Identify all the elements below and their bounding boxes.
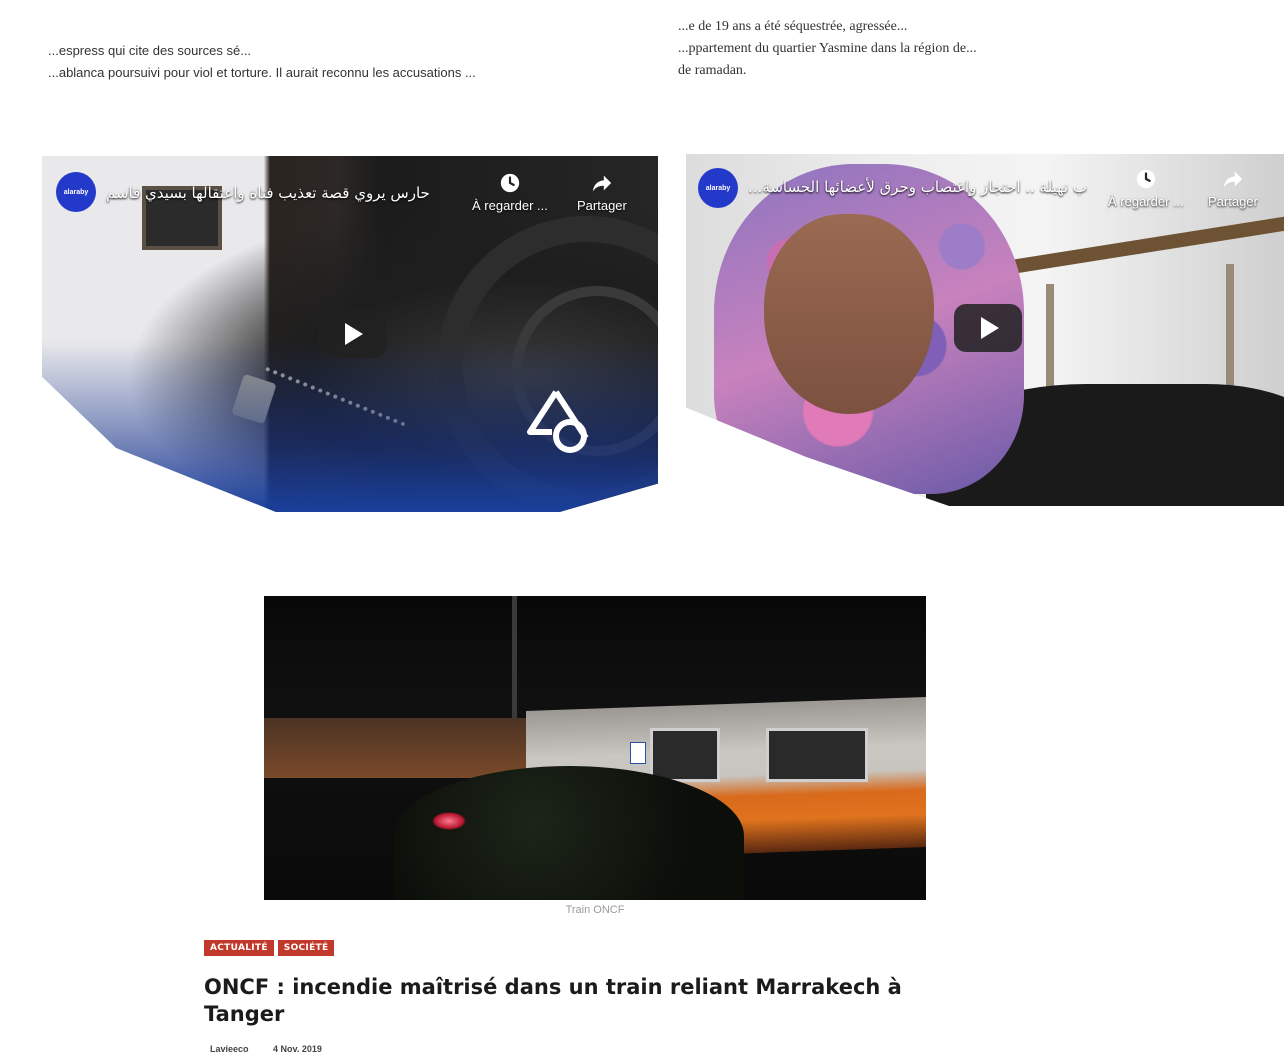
- channel-logo[interactable]: alaraby: [56, 172, 96, 212]
- photo-caption: Train ONCF: [565, 904, 625, 916]
- video-embed-left[interactable]: alaraby حارس يروي قصة تعذيب فتاة واعتقال…: [42, 156, 658, 512]
- photo-scene-locomotive: [264, 718, 526, 778]
- watch-later-label: À regarder ...: [1108, 194, 1184, 209]
- photo-scene-window: [650, 728, 720, 782]
- category-badge-actualite[interactable]: ACTUALITÉ: [204, 940, 274, 956]
- snippet-right-line3: de ramadan.: [678, 63, 747, 78]
- video-title[interactable]: حارس يروي قصة تعذيب فتاة واعتقالها بسيدي…: [106, 184, 430, 202]
- play-button[interactable]: [954, 304, 1022, 352]
- snippet-left-line1: ...espress qui cite des sources sé...: [48, 43, 252, 58]
- video-scene-handrail: [984, 214, 1284, 278]
- snippet-left-line2: ...ablanca poursuivi pour viol et tortur…: [48, 65, 476, 80]
- category-badges: ACTUALITÉ SOCIÉTÉ: [204, 940, 335, 956]
- share-button[interactable]: Partager: [577, 172, 627, 213]
- article-author[interactable]: Lavieeco: [210, 1044, 249, 1054]
- photo-scene-red-light: [432, 812, 466, 830]
- article-meta: Lavieeco 4 Nov. 2019: [210, 1044, 344, 1054]
- snippet-right-line1: ...e de 19 ans a été séquestrée, agressé…: [678, 19, 908, 34]
- share-label: Partager: [1208, 194, 1258, 209]
- play-button[interactable]: [318, 310, 386, 358]
- share-label: Partager: [577, 198, 627, 213]
- article-title[interactable]: ONCF : incendie maîtrisé dans un train r…: [204, 974, 984, 1028]
- photo-scene-bushes: [394, 766, 744, 900]
- brand-watermark-icon: [527, 390, 589, 453]
- video-scene-face: [764, 214, 934, 414]
- article-snippet-left: ...espress qui cite des sources sé... ..…: [48, 40, 608, 84]
- article-photo[interactable]: [264, 596, 926, 900]
- video-title[interactable]: ...ب نهيلة .. احتجاز واغتصاب وحرق لأعضائ…: [748, 178, 1087, 196]
- share-button[interactable]: Partager: [1208, 168, 1258, 209]
- article-snippet-right: ...e de 19 ans a été séquestrée, agressé…: [678, 16, 1018, 82]
- clock-icon: [500, 173, 520, 193]
- channel-logo[interactable]: alaraby: [698, 168, 738, 208]
- play-icon: [981, 317, 999, 339]
- category-badge-societe[interactable]: SOCIÉTÉ: [277, 940, 335, 956]
- photo-scene-sign: [630, 742, 646, 764]
- watch-later-button[interactable]: À regarder ...: [472, 172, 548, 213]
- article-date: 4 Nov. 2019: [273, 1044, 322, 1054]
- watch-later-button[interactable]: À regarder ...: [1108, 168, 1184, 209]
- play-icon: [345, 323, 363, 345]
- share-arrow-icon: [1223, 171, 1243, 188]
- photo-scene-window: [766, 728, 868, 782]
- share-arrow-icon: [592, 175, 612, 192]
- watch-later-label: À regarder ...: [472, 198, 548, 213]
- clock-icon: [1136, 169, 1156, 189]
- snippet-right-line2: ...ppartement du quartier Yasmine dans l…: [678, 41, 977, 56]
- video-embed-right[interactable]: alaraby ...ب نهيلة .. احتجاز واغتصاب وحر…: [686, 154, 1284, 506]
